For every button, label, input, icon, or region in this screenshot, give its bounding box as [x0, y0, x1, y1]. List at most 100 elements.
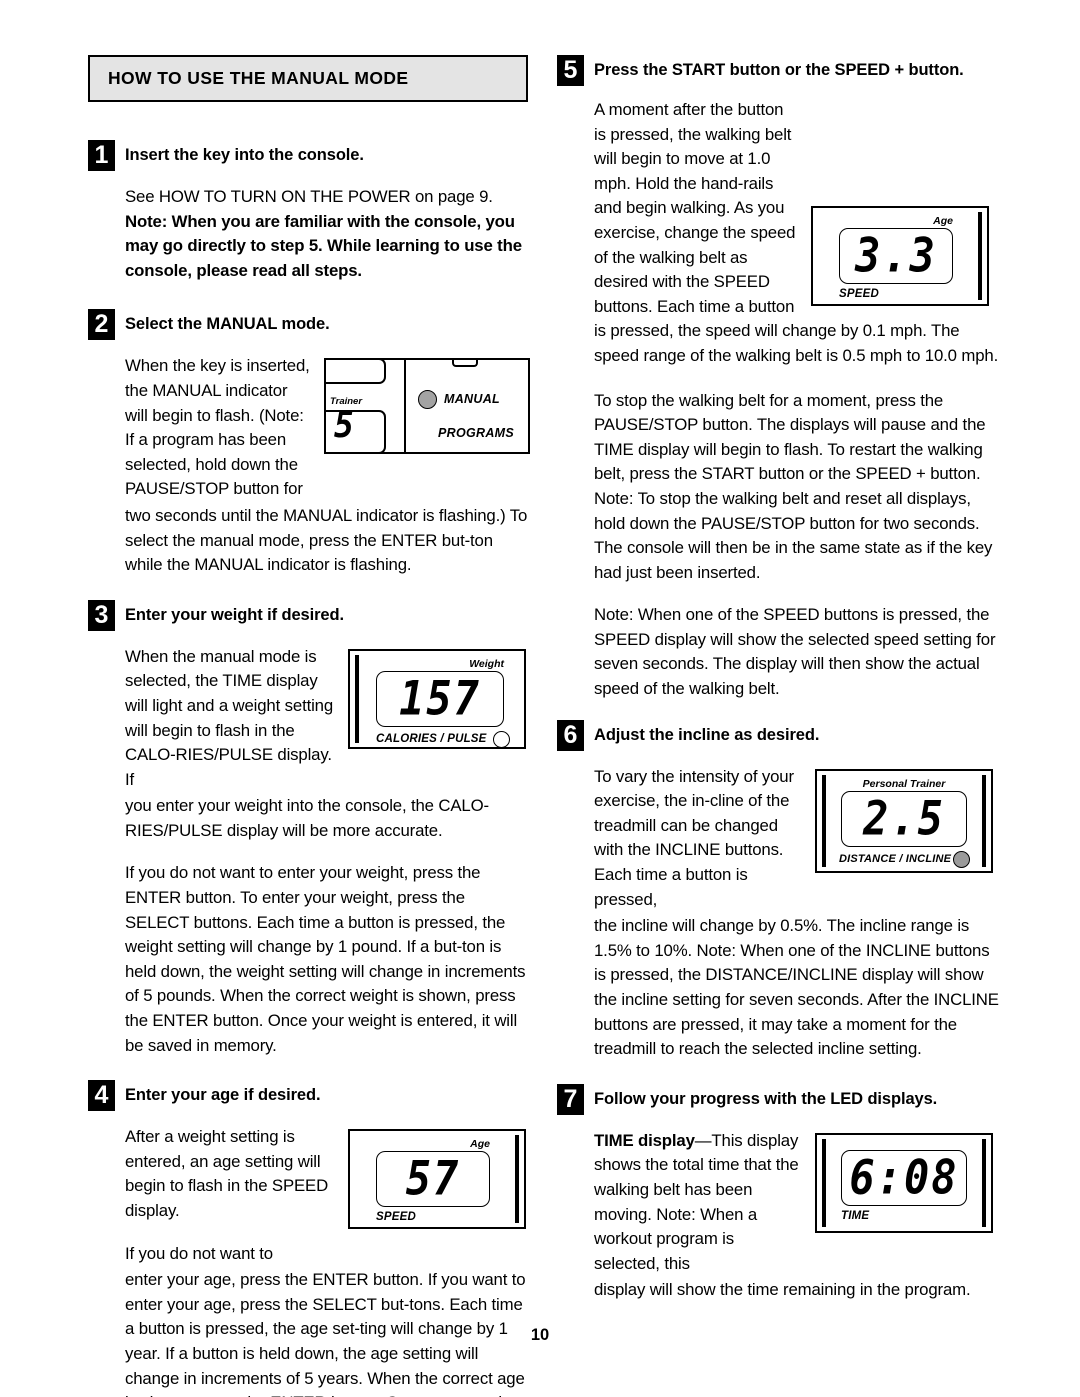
page-number: 10 — [530, 1326, 550, 1344]
console-divider — [404, 360, 406, 453]
weight-display-top-label: Weight — [469, 657, 504, 670]
speed-display-bottom-label: SPEED — [839, 288, 879, 300]
time-display-bottom-label: TIME — [841, 1209, 870, 1222]
step-7-number: 7 — [557, 1083, 584, 1115]
incline-display-panel: Personal Trainer 2.5 DISTANCE / INCLINE — [815, 768, 993, 873]
panel-edge-left — [355, 654, 359, 743]
incline-display-figure: Personal Trainer 2.5 DISTANCE / INCLINE — [815, 768, 993, 873]
manual-indicator-led-icon — [418, 390, 437, 410]
step-5-paragraph-3: Note: When one of the SPEED buttons is p… — [594, 605, 996, 699]
step-4-wrap-text-2: If you do not want to — [125, 1243, 273, 1263]
step-4-title: Enter your age if desired. — [125, 1086, 321, 1105]
speed-display-panel: Age 3.3 SPEED — [811, 206, 989, 306]
step-7-wrap-text: —This display shows the total time that … — [594, 1130, 799, 1273]
incline-led-icon — [953, 850, 971, 868]
speed-display-bottom-label-row: SPEED — [839, 288, 979, 300]
step-7-bold-lead: TIME display — [594, 1130, 695, 1150]
console-panel: Trainer 5 MANUAL PROGRAMS — [324, 358, 530, 455]
step-5-body: Age 3.3 SPEED A moment after the button … — [557, 98, 999, 369]
step-3-body: Weight 157 CALORIES / PULSE When the man… — [88, 645, 530, 793]
step-1-paragraph-1: See HOW TO TURN ON THE POWER on page 9. … — [125, 185, 530, 283]
console-label-manual: MANUAL — [444, 392, 500, 407]
step-7-header: 7 Follow your progress with the LED disp… — [557, 1083, 999, 1115]
step-5-title: Press the START button or the SPEED + bu… — [594, 61, 964, 79]
step-7-title: Follow your progress with the LED displa… — [594, 1089, 938, 1108]
step-2: 2 Select the MANUAL mode. Trainer 5 MANU… — [88, 309, 530, 577]
step-3: 3 Enter your weight if desired. Weight 1… — [88, 599, 530, 1059]
step-2-continued-text: two seconds until the MANUAL indicator i… — [125, 505, 528, 575]
step-2-number: 2 — [88, 309, 115, 341]
step-3-number: 3 — [88, 599, 115, 631]
step-5-number: 5 — [557, 55, 584, 86]
time-display-panel: 6:08 TIME — [815, 1132, 993, 1233]
weight-display-bottom-label-row: CALORIES / PULSE — [376, 730, 516, 748]
step-7-continued-text: display will show the time remaining in … — [594, 1280, 971, 1300]
step-4-body: Age 57 SPEED After a weight setting is e… — [88, 1125, 530, 1266]
left-column: HOW TO USE THE MANUAL MODE 1 Insert the … — [88, 55, 530, 1397]
step-2-title: Select the MANUAL mode. — [125, 315, 330, 334]
step-2-header: 2 Select the MANUAL mode. — [88, 309, 530, 341]
step-1-header: 1 Insert the key into the console. — [88, 140, 530, 171]
step-1-title: Insert the key into the console. — [125, 146, 364, 164]
right-column: 5 Press the START button or the SPEED + … — [557, 55, 999, 1321]
speed-display-window: 3.3 — [839, 228, 953, 284]
step-6-header: 6 Adjust the incline as desired. — [557, 719, 999, 751]
step-6: 6 Adjust the incline as desired. Persona… — [557, 719, 999, 1062]
age-display-bottom-label-row: SPEED — [376, 1211, 516, 1223]
console-partial-digit: 5 — [334, 403, 354, 447]
step-1-text-1: See HOW TO TURN ON THE POWER on page 9. — [125, 187, 493, 206]
step-3-continued-text: you enter your weight into the console, … — [125, 796, 489, 840]
step-2-wrap-text: When the key is inserted, the MANUAL ind… — [125, 356, 310, 499]
section-banner: HOW TO USE THE MANUAL MODE — [88, 55, 528, 102]
step-6-title: Adjust the incline as desired. — [594, 725, 820, 744]
weight-display-value: 157 — [399, 670, 481, 726]
age-display-bottom-label: SPEED — [376, 1211, 416, 1224]
step-6-body: Personal Trainer 2.5 DISTANCE / INCLINE … — [557, 765, 999, 913]
weight-display-window: 157 — [376, 670, 504, 727]
incline-display-bottom-label-row: DISTANCE / INCLINE — [839, 850, 983, 868]
panel-edge-right — [982, 774, 986, 867]
pulse-led-icon — [493, 730, 510, 748]
speed-display-top-label: Age — [933, 215, 953, 227]
step-1: 1 Insert the key into the console. See H… — [88, 140, 530, 283]
step-6-wrap-text: To vary the intensity of your exercise, … — [594, 766, 794, 909]
section-title: HOW TO USE THE MANUAL MODE — [108, 68, 409, 88]
console-label-programs: PROGRAMS — [438, 426, 515, 441]
step-3-extra-paragraph: If you do not want to enter your weight,… — [125, 863, 526, 1055]
step-5-paragraph-2: To stop the walking belt for a moment, p… — [594, 390, 993, 582]
age-display-value: 57 — [405, 1151, 461, 1207]
weight-display-bottom-label: CALORIES / PULSE — [376, 733, 487, 746]
step-2-body: Trainer 5 MANUAL PROGRAMS When the key i… — [88, 354, 530, 502]
time-display-window: 6:08 — [841, 1149, 967, 1206]
age-display-figure: Age 57 SPEED — [348, 1129, 526, 1230]
incline-display-bottom-label: DISTANCE / INCLINE — [839, 853, 952, 866]
step-6-continued-text: the incline will change by 0.5%. The inc… — [594, 916, 999, 1059]
console-figure: Trainer 5 MANUAL PROGRAMS — [324, 358, 530, 455]
incline-display-value: 2.5 — [863, 790, 945, 846]
time-display-bottom-label-row: TIME — [841, 1210, 983, 1222]
console-subwindow-top — [324, 358, 386, 385]
age-display-window: 57 — [376, 1151, 490, 1208]
step-4-number: 4 — [88, 1080, 115, 1112]
time-display-value: 6:08 — [849, 1149, 959, 1205]
step-4-header: 4 Enter your age if desired. — [88, 1080, 530, 1112]
step-3-wrap-text: When the manual mode is selected, the TI… — [125, 646, 334, 789]
step-5-header: 5 Press the START button or the SPEED + … — [557, 55, 999, 86]
panel-edge-right — [982, 1138, 986, 1227]
time-display-figure: 6:08 TIME — [815, 1132, 993, 1233]
step-3-title: Enter your weight if desired. — [125, 605, 344, 624]
step-1-number: 1 — [88, 140, 115, 171]
panel-edge-right — [978, 212, 982, 300]
step-7: 7 Follow your progress with the LED disp… — [557, 1083, 999, 1303]
weight-display-panel: Weight 157 CALORIES / PULSE — [348, 648, 526, 749]
console-notch — [452, 358, 478, 368]
document-page: HOW TO USE THE MANUAL MODE 1 Insert the … — [0, 0, 1080, 1397]
panel-edge-right — [515, 1135, 519, 1224]
panel-edge-left — [822, 1138, 826, 1227]
speed-display-figure: Age 3.3 SPEED — [811, 206, 989, 306]
incline-display-window: 2.5 — [841, 790, 967, 847]
step-5: 5 Press the START button or the SPEED + … — [557, 55, 999, 702]
step-7-wrap-text-block: TIME display—This display shows the tota… — [594, 1129, 809, 1277]
speed-display-value: 3.3 — [855, 228, 937, 283]
weight-display-figure: Weight 157 CALORIES / PULSE — [348, 648, 526, 749]
